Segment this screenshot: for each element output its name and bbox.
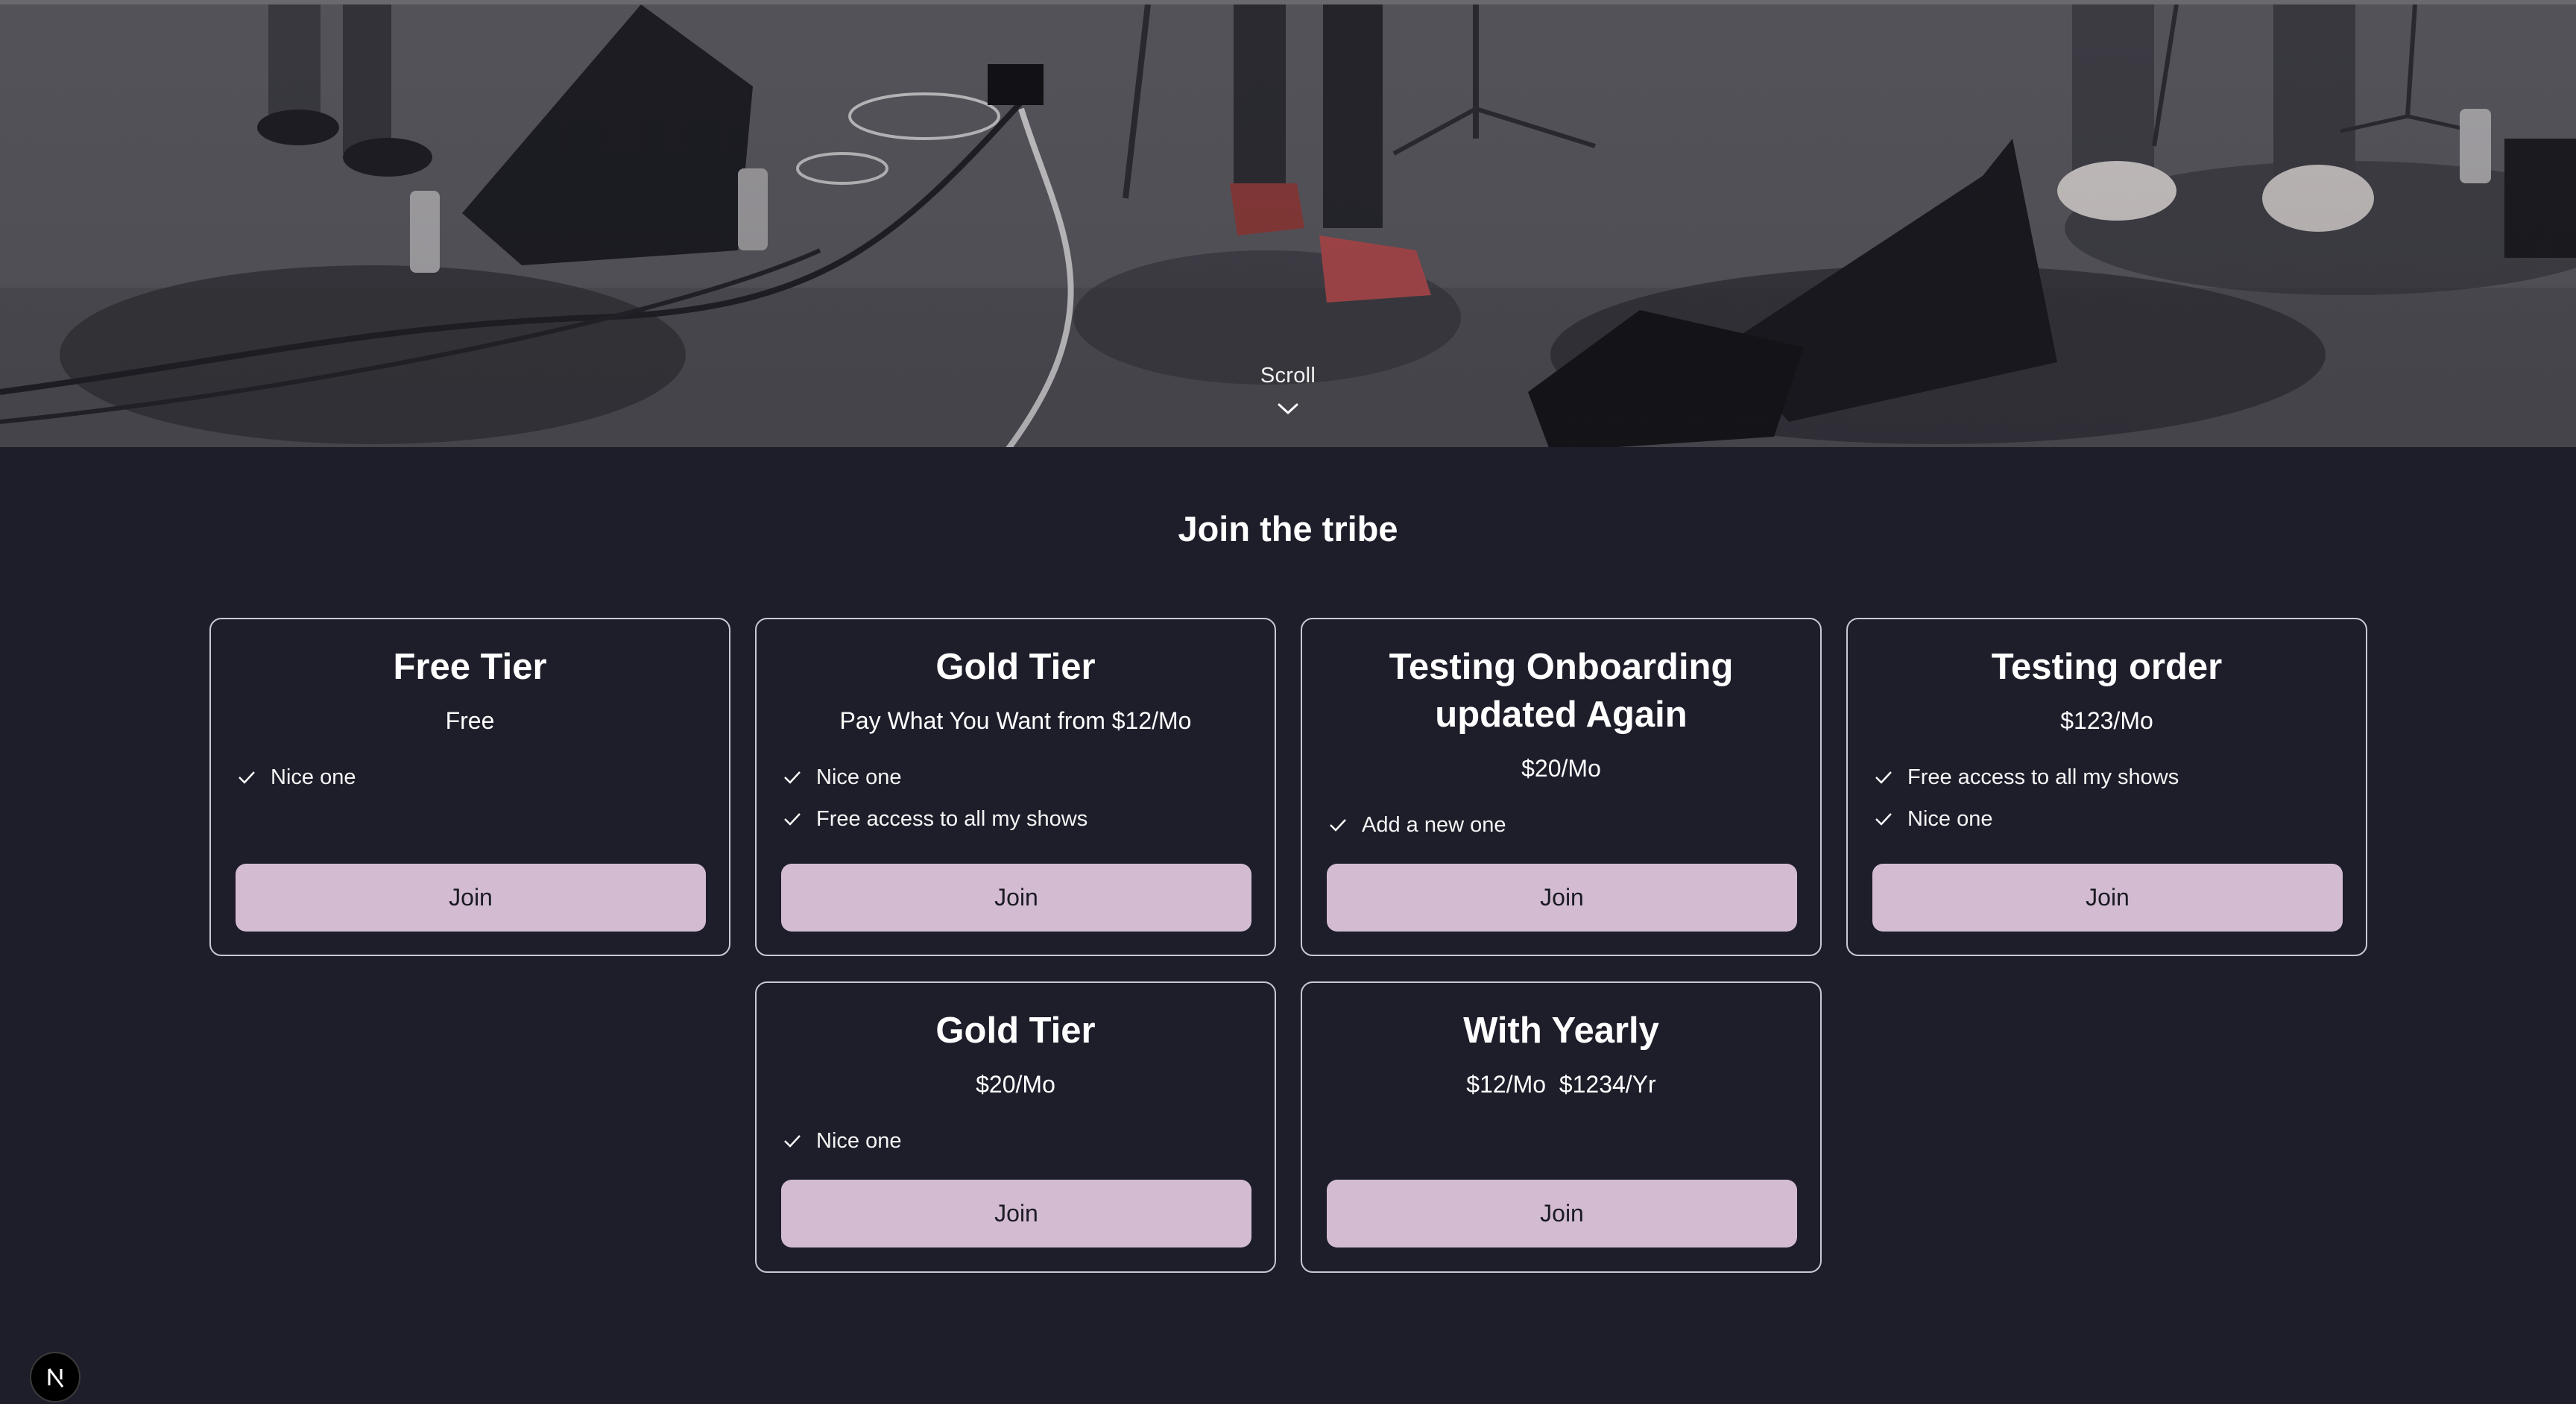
join-button[interactable]: Join <box>1327 1180 1797 1248</box>
tier-feature: Nice one <box>782 764 901 791</box>
tier-price: $20/Mo <box>1521 755 1601 782</box>
check-icon <box>784 813 801 826</box>
tier-title: Testing order <box>1991 647 2223 687</box>
tier-price: $20/Mo <box>976 1071 1055 1098</box>
join-button[interactable]: Join <box>1872 864 2343 932</box>
scroll-label: Scroll <box>1260 364 1316 388</box>
tier-card-testing-order: Testing order $123/Mo Free access to all… <box>1846 618 2367 956</box>
tier-feature-text: Nice one <box>816 765 902 789</box>
section-title: Join the tribe <box>1178 509 1398 548</box>
tier-title-line: updated Again <box>1435 695 1688 735</box>
tier-price: Free <box>445 707 495 734</box>
tier-feature: Add a new one <box>1328 812 1506 838</box>
n-logo-glyph <box>48 1368 64 1388</box>
tier-feature: Nice one <box>1873 806 1992 832</box>
tier-feature: Nice one <box>236 764 356 791</box>
scroll-hint[interactable]: Scroll <box>1213 364 1363 417</box>
tier-card-gold-monthly: Gold Tier $20/Mo Nice one Join <box>755 981 1276 1273</box>
tier-price: $123/Mo <box>2060 707 2153 734</box>
tier-title: Gold Tier <box>935 1011 1096 1051</box>
tier-feature-text: Add a new one <box>1362 812 1506 837</box>
tier-title: Testing Onboarding updated Again <box>1302 643 1820 739</box>
check-icon <box>1330 819 1346 832</box>
nextjs-logo-icon[interactable] <box>30 1352 80 1403</box>
tier-feature-text: Free access to all my shows <box>816 806 1088 831</box>
tier-card-free: Free Tier Free Nice one Join <box>209 618 730 956</box>
join-button[interactable]: Join <box>1327 864 1797 932</box>
hero-banner: Scroll <box>0 0 2576 447</box>
join-button[interactable]: Join <box>781 864 1251 932</box>
tier-feature-text: Nice one <box>1907 806 1993 831</box>
tier-title-line: Testing Onboarding <box>1389 647 1734 687</box>
tier-feature-text: Free access to all my shows <box>1907 765 2179 789</box>
check-icon <box>1875 813 1892 826</box>
tier-feature: Free access to all my shows <box>782 806 1087 832</box>
tier-price: $12/Mo $1234/Yr <box>1466 1071 1656 1098</box>
tier-card-with-yearly: With Yearly $12/Mo $1234/Yr Join <box>1301 981 1822 1273</box>
tier-price: Pay What You Want from $12/Mo <box>839 707 1192 734</box>
tier-title: Gold Tier <box>935 647 1096 687</box>
join-button[interactable]: Join <box>236 864 706 932</box>
chevron-down-icon <box>1278 403 1298 414</box>
join-button[interactable]: Join <box>781 1180 1251 1248</box>
tier-feature-text: Nice one <box>271 765 356 789</box>
check-icon <box>1875 771 1892 784</box>
tier-title: Free Tier <box>393 647 547 687</box>
tier-feature: Free access to all my shows <box>1873 764 2179 791</box>
check-icon <box>239 771 255 784</box>
tier-card-testing-onboarding: Testing Onboarding updated Again $20/Mo … <box>1301 618 1822 956</box>
check-icon <box>784 1135 801 1148</box>
tier-feature: Nice one <box>782 1128 901 1154</box>
check-icon <box>784 771 801 784</box>
page: Scroll Join the tribe Free Tier Free Nic… <box>0 0 2576 1404</box>
tier-title: With Yearly <box>1463 1011 1659 1051</box>
tier-feature-text: Nice one <box>816 1128 902 1153</box>
tier-card-gold: Gold Tier Pay What You Want from $12/Mo … <box>755 618 1276 956</box>
